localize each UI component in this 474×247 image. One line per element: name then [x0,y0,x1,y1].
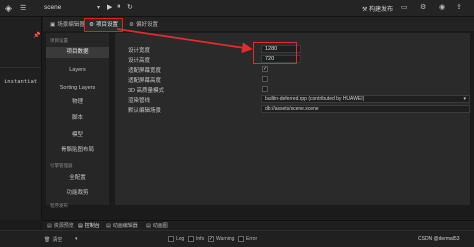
sidebar-item-layers[interactable]: Layers [46,65,109,76]
fit-height-checkbox[interactable] [262,76,268,82]
fit-height-label: 适配屏幕高度 [128,78,162,84]
chevron-down-icon: ▾ [463,96,466,102]
trash-icon: 🗑 [44,236,51,243]
error-checkbox[interactable] [238,236,244,242]
gear-icon: ⚙ [89,22,94,28]
tab-animation-graph[interactable]: ▤ 动画图 [146,222,168,230]
tab-project-settings[interactable]: ⚙ 项目设置 [84,18,123,32]
hq-3d-label: 3D 高质量模式 [128,88,165,94]
tab-label: 动画编辑器 [112,223,138,229]
tab-console[interactable]: ▤ 控制台 [78,222,100,230]
pipeline-select[interactable]: builtin-deferred.rpp (contributed by HUA… [261,95,470,103]
warning-label: Warning [216,236,235,242]
info-checkbox[interactable] [188,236,194,242]
hq-3d-checkbox[interactable] [262,86,268,92]
pause-icon[interactable]: ⏸ [117,3,121,11]
sidebar-item-scripts[interactable]: 脚本 [46,113,109,124]
design-height-label: 设计高度 [128,58,151,64]
cocos-logo-icon: ◈ [5,3,12,13]
tab-preferences[interactable]: ⚙ 偏好设置 [125,19,162,31]
share-icon[interactable]: ⇪ [456,3,462,11]
tab-label: 动画图 [152,223,168,229]
console-icon: ▤ [78,222,83,229]
tab-asset-preview[interactable]: ▤ 资源预览 [47,222,74,230]
editor-tabs: ▣ 场景编辑器 ⚙ 项目设置 ⚙ 偏好设置 [43,17,474,32]
top-toolbar: ◈ ☰ scene ▾ ▶ ⏸ ↻ ⚒ 构建发布 ▭ ⚙ ◉ ⇪ [0,0,474,17]
tab-label: 资源预览 [53,223,74,229]
pipeline-label: 渲染管线 [128,98,151,104]
highlight-box [253,42,297,64]
build-icon: ⚒ [362,7,370,13]
watermark-text: CSDN @dermal53 [418,236,460,242]
group-label: 程序发布 [50,203,68,208]
clear-label: 清空 [52,237,63,243]
pipeline-value: builtin-deferred.rpp (contributed by HUA… [265,96,365,102]
design-width-label: 设计宽度 [128,48,151,54]
group-label: 引擎管理器 [50,163,73,168]
default-scene-field[interactable]: db://assets/scene.scene [261,105,470,113]
sidebar-item-project-data[interactable]: 项目数据 [46,47,109,58]
warning-checkbox[interactable]: ✓ [208,236,214,242]
tab-label: 偏好设置 [135,22,158,28]
bottom-tabs: ▤ 资源预览 ▤ 控制台 ▤ 动画编辑器 ▤ 动画图 [43,220,474,230]
fit-width-checkbox[interactable]: ✓ [262,66,268,72]
fit-width-label: 适配屏幕宽度 [128,68,162,74]
settings-icon[interactable]: ⚙ [420,3,426,11]
filter-icon[interactable]: ▾ [75,236,78,242]
scene-editor-icon: ▣ [50,22,56,28]
user-icon[interactable]: ◉ [439,3,445,11]
hierarchy-node[interactable]: instantiat [4,79,37,85]
anim-graph-icon: ▤ [146,222,151,229]
divider [0,67,41,68]
default-scene-label: 默认编辑场景 [128,108,162,114]
layout-icon[interactable]: ▭ [401,3,408,11]
hierarchy-panel: 📌 instantiat [0,17,42,220]
pin-icon[interactable]: 📌 [33,32,40,39]
refresh-icon[interactable]: ↻ [127,3,133,11]
tab-animation-editor[interactable]: ▤ 动画编辑器 [106,222,138,230]
error-filter[interactable]: Error [238,236,257,242]
scene-selector[interactable]: scene [44,4,61,11]
preferences-icon: ⚙ [129,22,134,28]
play-icon[interactable]: ▶ [107,3,112,11]
log-filter[interactable]: Log [168,236,184,242]
console-toolbar: 🗑 清空 ▾ Log Info ✓ Warning Error [0,230,474,247]
tab-scene-editor[interactable]: ▣ 场景编辑器 [46,19,89,31]
error-label: Error [246,236,258,242]
sidebar-item-skeleton[interactable]: 骨骼贴图布局 [46,145,109,156]
preview-icon: ▤ [47,222,52,229]
sidebar-item-config[interactable]: 全配置 [46,173,109,184]
group-label: 项目设置 [50,38,68,43]
hamburger-icon[interactable]: ☰ [20,4,26,12]
clear-button[interactable]: 🗑 清空 [44,236,63,244]
sidebar-item-sorting-layers[interactable]: Sorting Layers [46,83,109,94]
info-label: Info [196,236,205,242]
chevron-down-icon[interactable]: ▾ [97,4,100,11]
tab-label: 控制台 [84,223,100,229]
sidebar-item-physics[interactable]: 物理 [46,97,109,108]
animation-icon: ▤ [106,222,111,229]
build-publish-label: 构建发布 [369,7,394,13]
tab-label: 项目设置 [95,22,118,28]
log-checkbox[interactable] [168,236,174,242]
info-filter[interactable]: Info [188,236,204,242]
sidebar-item-model[interactable]: 模型 [46,130,109,141]
warning-filter[interactable]: ✓ Warning [208,236,234,242]
settings-sidebar: 项目设置 项目数据 Layers Sorting Layers 物理 脚本 模型… [46,33,109,208]
tab-label: 场景编辑器 [57,22,85,28]
default-scene-value: db://assets/scene.scene [265,106,319,112]
log-label: Log [176,236,185,242]
sidebar-item-feature-crop[interactable]: 功能裁剪 [46,188,109,199]
build-publish-button[interactable]: ⚒ 构建发布 [362,4,393,13]
